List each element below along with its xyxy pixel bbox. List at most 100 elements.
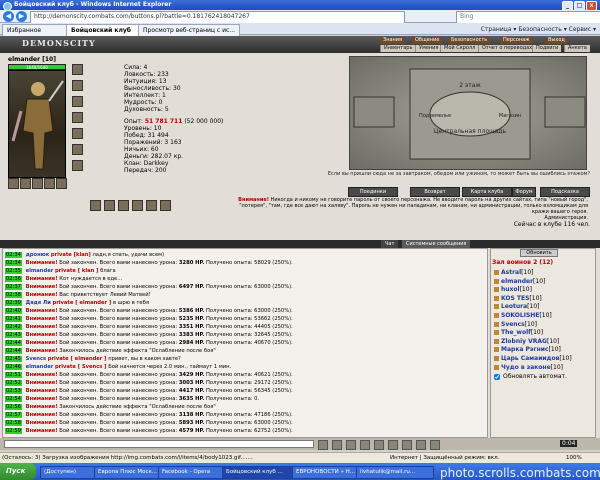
- player-name[interactable]: KOS TES: [501, 295, 529, 302]
- hint-button[interactable]: Подсказка: [540, 187, 590, 197]
- filter-icon[interactable]: [360, 440, 370, 450]
- menu-exit[interactable]: Выход: [545, 37, 568, 44]
- player-name[interactable]: Царь Самаиидов: [501, 355, 559, 362]
- menu-inventory[interactable]: Инвентарь: [380, 45, 416, 52]
- player-name[interactable]: Чудо в законе: [501, 364, 551, 371]
- toolbar-tools[interactable]: Страница ▾ Безопасность ▾ Сервис ▾: [481, 24, 596, 35]
- chat-time[interactable]: 02:35: [5, 268, 22, 274]
- item-slot[interactable]: [72, 112, 83, 123]
- chat-input[interactable]: [4, 440, 314, 448]
- chat-time[interactable]: 02:38: [5, 292, 22, 298]
- player-item[interactable]: Чудо в законе[10]: [494, 363, 563, 372]
- tab-combats[interactable]: Бойцовский клуб: [66, 24, 146, 36]
- item-slot[interactable]: [72, 64, 83, 75]
- chat-time[interactable]: 02:58: [5, 420, 22, 426]
- chat-time[interactable]: 02:56: [5, 404, 22, 410]
- player-name[interactable]: Svencs: [501, 321, 525, 328]
- item-slot[interactable]: [72, 144, 83, 155]
- tab-chat[interactable]: Чат: [381, 240, 399, 248]
- menu-security[interactable]: Безопасность: [448, 37, 491, 44]
- task-item[interactable]: Европа Плюс Моск...: [94, 466, 164, 479]
- chat-time[interactable]: 02:37: [5, 284, 22, 290]
- chat-time[interactable]: 02:59: [5, 428, 22, 434]
- task-item[interactable]: ЕВРОНОВОСТИ » Н...: [292, 466, 362, 479]
- exit-icon[interactable]: [430, 440, 440, 450]
- chat-time[interactable]: 02:54: [5, 396, 22, 402]
- chat-time[interactable]: 02:41: [5, 316, 22, 322]
- player-name[interactable]: Zlobniy VRAG: [501, 338, 547, 345]
- sound-icon[interactable]: [388, 440, 398, 450]
- lock-icon[interactable]: [402, 440, 412, 450]
- chat-time[interactable]: 02:57: [5, 412, 22, 418]
- item-slot[interactable]: [72, 80, 83, 91]
- chat-time[interactable]: 02:43: [5, 332, 22, 338]
- send-icon[interactable]: [318, 440, 328, 450]
- item-slot[interactable]: [72, 96, 83, 107]
- item-slot[interactable]: [118, 200, 129, 211]
- chat-time[interactable]: 02:52: [5, 380, 22, 386]
- player-name[interactable]: elmander: [501, 278, 533, 285]
- chat-time[interactable]: 02:44: [5, 340, 22, 346]
- task-item-active[interactable]: Бойцовский клуб ...: [222, 466, 298, 479]
- fights-button[interactable]: Поединки: [348, 187, 398, 197]
- menu-feats[interactable]: Подвиги: [532, 45, 562, 52]
- club-map[interactable]: 2 этаж Подземелье Центральная площадь Ма…: [349, 56, 587, 170]
- favorites-button[interactable]: Избранное: [2, 24, 72, 36]
- item-slot[interactable]: [8, 178, 19, 189]
- clear-icon[interactable]: [332, 440, 342, 450]
- item-slot[interactable]: [104, 200, 115, 211]
- chat-time[interactable]: 02:34: [5, 252, 22, 258]
- chat-sender[interactable]: дронюк: [26, 252, 50, 258]
- chat-time[interactable]: 02:46: [5, 364, 22, 370]
- task-item[interactable]: (Доступен): [40, 466, 100, 479]
- chat-time[interactable]: 02:40: [5, 308, 22, 314]
- item-slot[interactable]: [72, 128, 83, 139]
- player-name[interactable]: Марка Рэгнис: [501, 346, 549, 353]
- menu-profile[interactable]: Анкета: [564, 45, 590, 52]
- chat-time[interactable]: 02:39: [5, 300, 22, 306]
- chat-time[interactable]: 02:51: [5, 372, 22, 378]
- tab-preview[interactable]: Просмотр веб-страниц с ис...: [138, 24, 240, 36]
- task-item[interactable]: Facebook - Opera: [158, 466, 228, 479]
- start-button[interactable]: Пуск: [0, 463, 36, 480]
- tab-system-messages[interactable]: Системные сообщения: [402, 240, 471, 248]
- player-name[interactable]: SOKOLISHE: [501, 312, 539, 319]
- item-slot[interactable]: [44, 178, 55, 189]
- item-slot[interactable]: [146, 200, 157, 211]
- settings-icon[interactable]: [374, 440, 384, 450]
- chat-time[interactable]: 02:45: [5, 356, 22, 362]
- chat-sender[interactable]: Svencs: [26, 356, 47, 362]
- player-name[interactable]: The_wolf: [501, 329, 531, 336]
- club-map-button[interactable]: Карта клуба: [462, 187, 512, 197]
- auto-refresh-checkbox[interactable]: [494, 373, 500, 380]
- item-slot[interactable]: [72, 160, 83, 171]
- chat-time[interactable]: 02:44: [5, 348, 22, 354]
- task-item[interactable]: livhatulik@mail.ru...: [356, 466, 434, 479]
- chat-log[interactable]: 02:34 дронюк private [klan] ладн,я спать…: [2, 248, 488, 438]
- item-slot[interactable]: [90, 200, 101, 211]
- player-name[interactable]: Leotura: [501, 303, 527, 310]
- item-slot[interactable]: [20, 178, 31, 189]
- forward-icon[interactable]: ▶: [16, 11, 27, 22]
- smiles-icon[interactable]: [346, 440, 356, 450]
- chat-sender[interactable]: Дядя Ли: [26, 300, 51, 306]
- item-slot[interactable]: [132, 200, 143, 211]
- chat-time[interactable]: 02:53: [5, 388, 22, 394]
- chat-time[interactable]: 02:42: [5, 324, 22, 330]
- player-name[interactable]: Astral: [501, 269, 521, 276]
- chat-time[interactable]: 02:36: [5, 276, 22, 282]
- chat-sender[interactable]: elmander: [26, 364, 54, 370]
- forum-button[interactable]: Форум: [512, 187, 536, 197]
- menu-scroll[interactable]: Мой Скролл: [440, 45, 479, 52]
- menu-skills[interactable]: Умения: [415, 45, 442, 52]
- return-button[interactable]: Возврат: [410, 187, 460, 197]
- auto-refresh[interactable]: Обновлять автомат.: [494, 373, 567, 380]
- chat-sender[interactable]: elmander: [26, 268, 54, 274]
- item-slot[interactable]: [160, 200, 171, 211]
- zoom-level[interactable]: 100%: [566, 453, 582, 463]
- item-slot[interactable]: [32, 178, 43, 189]
- back-icon[interactable]: ◀: [3, 11, 14, 22]
- people-icon[interactable]: [416, 440, 426, 450]
- item-slot[interactable]: [56, 178, 67, 189]
- menu-knowledge[interactable]: Знания: [380, 37, 406, 44]
